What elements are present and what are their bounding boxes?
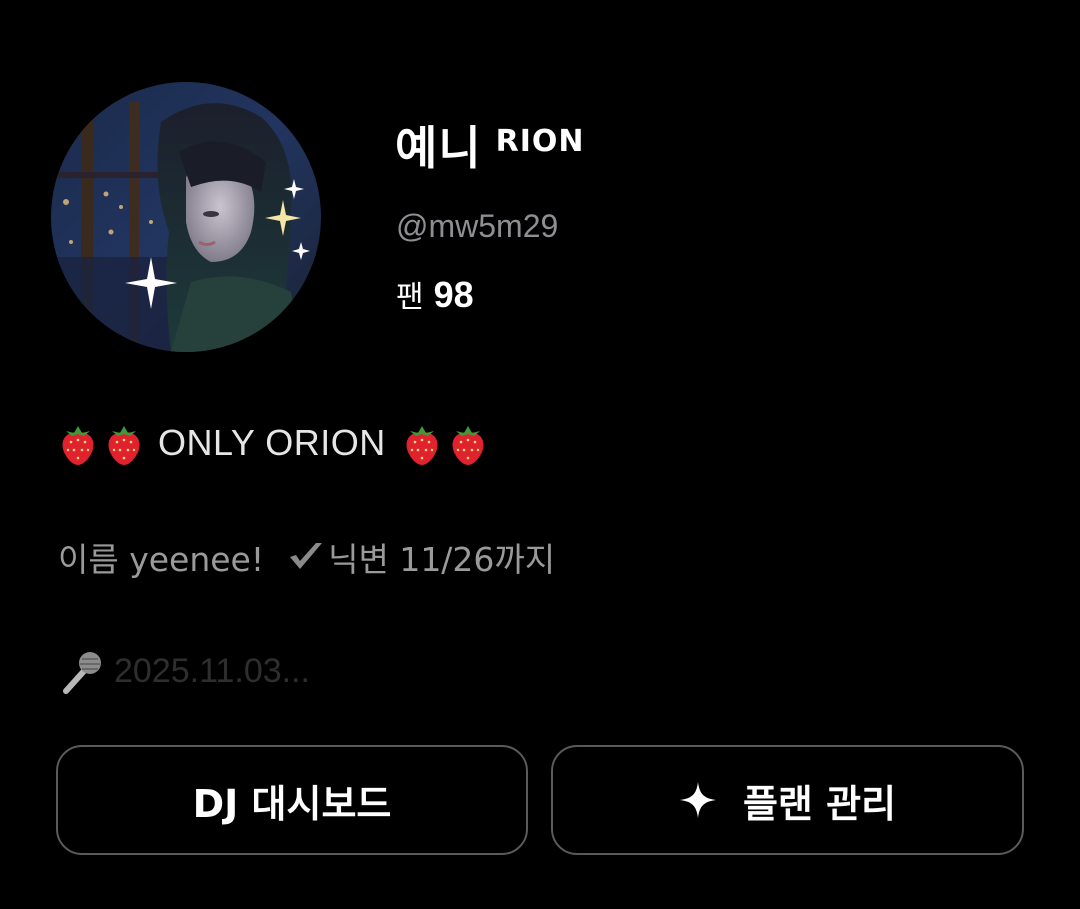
fans-count-value: 98 xyxy=(433,274,474,315)
bio-line-info: 이름 yeenee! 닉변 11/26까지 xyxy=(58,533,555,581)
bio-date-text: 2025.11.03... xyxy=(114,651,310,690)
strawberry-icon xyxy=(62,426,94,465)
profile-name-row: 예니 RION xyxy=(395,120,585,180)
plan-manage-button[interactable]: 플랜 관리 xyxy=(551,745,1024,855)
display-name-suffix: RION xyxy=(495,124,585,159)
dj-dashboard-label: DJ 대시보드 xyxy=(192,781,392,826)
bio-name-text: 이름 yeenee! xyxy=(58,540,265,579)
bio-title-text: ONLY ORION xyxy=(158,422,386,463)
avatar-image xyxy=(51,82,321,352)
check-icon xyxy=(290,543,323,569)
sparkle-icon xyxy=(679,782,716,818)
strawberry-icon xyxy=(406,426,438,465)
bio-note-text: 닉변 11/26까지 xyxy=(328,540,556,579)
plan-manage-label: 플랜 관리 xyxy=(742,781,897,826)
fan-count[interactable]: 팬 98 xyxy=(396,272,474,316)
dj-dashboard-button[interactable]: DJ 대시보드 xyxy=(56,745,528,855)
strawberry-icon xyxy=(108,426,140,465)
fans-label: 팬 xyxy=(396,280,424,315)
display-name: 예니 xyxy=(395,121,482,175)
microphone-icon xyxy=(63,652,101,694)
profile-avatar[interactable] xyxy=(51,82,321,352)
bio-line-faded[interactable]: 2025.11.03... xyxy=(58,645,310,697)
strawberry-icon xyxy=(452,426,484,465)
user-handle: @mw5m29 xyxy=(396,208,559,244)
bio-line-title: ONLY ORION xyxy=(58,418,488,468)
